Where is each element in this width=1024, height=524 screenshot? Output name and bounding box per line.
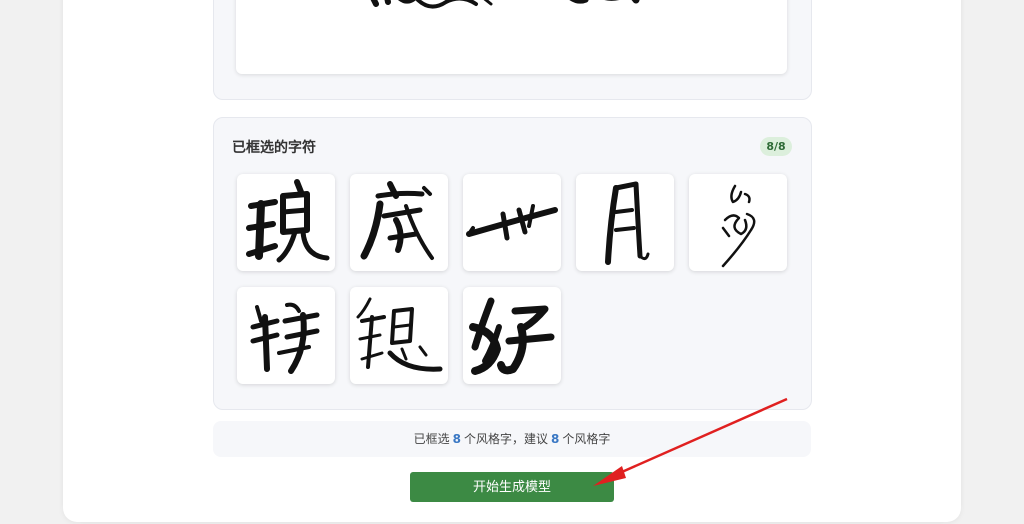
char-tile-2[interactable] <box>350 174 448 271</box>
char-5-glyph <box>721 184 756 268</box>
summary-suffix: 个风格字 <box>562 432 611 446</box>
suggested-count: 8 <box>551 432 560 446</box>
char-6-glyph <box>250 302 320 374</box>
char-7-glyph <box>356 297 443 372</box>
char-tile-4[interactable] <box>576 174 674 271</box>
char-tile-7[interactable] <box>350 287 448 384</box>
start-generate-model-button[interactable]: 开始生成模型 <box>410 472 614 502</box>
char-2-glyph <box>360 181 434 260</box>
char-3-glyph <box>466 204 558 241</box>
char-tile-1[interactable] <box>237 174 335 271</box>
calligraphy-preview-image <box>236 0 787 74</box>
char-tile-6[interactable] <box>237 287 335 384</box>
char-1-glyph <box>246 179 330 263</box>
summary-middle: 个风格字，建议 <box>463 432 548 446</box>
selected-count: 8 <box>452 432 461 446</box>
selection-summary: 已框选 8 个风格字，建议 8 个风格字 <box>213 421 811 457</box>
summary-prefix: 已框选 <box>413 432 450 446</box>
panel-title: 已框选的字符 <box>232 140 316 156</box>
char-tile-3[interactable] <box>463 174 561 271</box>
char-tile-8[interactable] <box>463 287 561 384</box>
char-8-glyph <box>469 297 555 375</box>
count-badge: 8/8 <box>760 137 792 156</box>
char-tile-5[interactable] <box>689 174 787 271</box>
char-4-glyph <box>605 181 650 265</box>
